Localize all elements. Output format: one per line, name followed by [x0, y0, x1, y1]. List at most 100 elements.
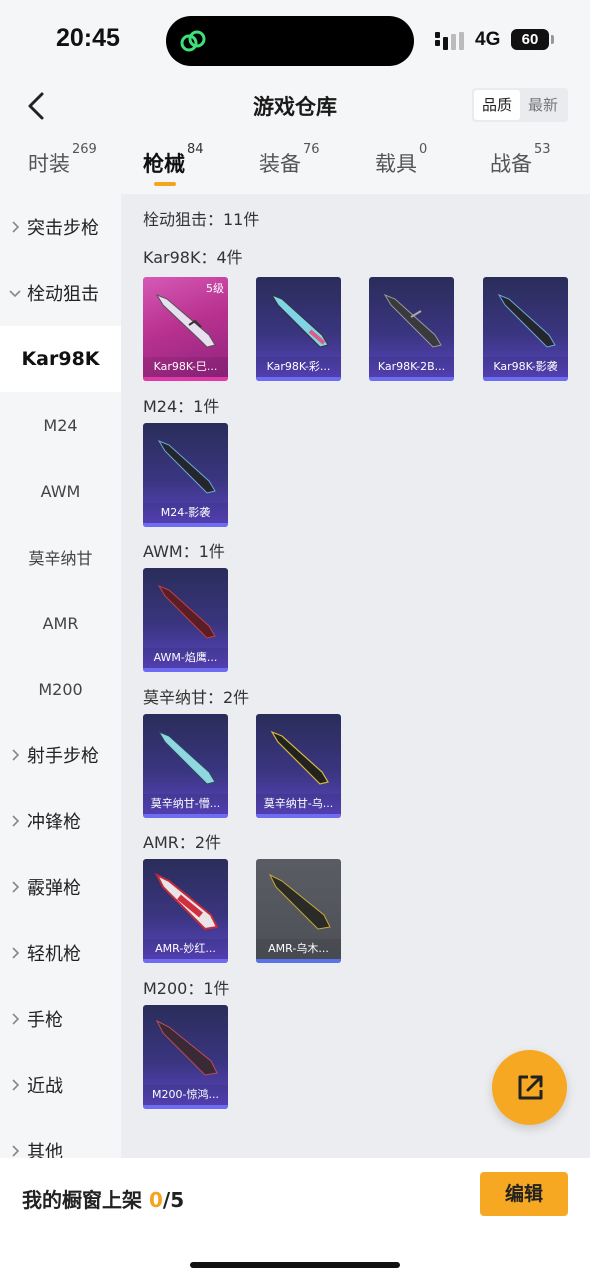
item-card[interactable]: AWM-焰鹰... — [143, 568, 228, 672]
tab-vehicles[interactable]: 载具0 — [375, 142, 427, 178]
sidebar-item-m24[interactable]: M24 — [0, 392, 121, 458]
tab-supplies[interactable]: 战备53 — [490, 142, 551, 178]
share-button[interactable] — [492, 1050, 567, 1125]
showcase-status: 我的橱窗上架 0/5 — [22, 1184, 184, 1213]
sidebar-item-marksman-rifle[interactable]: 射手步枪 — [0, 722, 121, 788]
item-name: Kar98K-影袭 — [483, 357, 568, 377]
rifle-skin-icon — [155, 1019, 218, 1076]
group-label: M24：1件 — [143, 397, 220, 416]
rarity-bar — [256, 814, 341, 818]
item-name: 莫辛纳甘-懵... — [143, 794, 228, 814]
item-name: AWM-焰鹰... — [143, 648, 228, 668]
edit-button[interactable]: 编辑 — [480, 1172, 568, 1216]
sort-toggle: 品质 最新 — [472, 88, 568, 122]
item-card[interactable]: M24-影袭 — [143, 423, 228, 527]
sidebar-item-amr[interactable]: AMR — [0, 590, 121, 656]
sort-by-quality[interactable]: 品质 — [474, 90, 520, 120]
item-card[interactable]: Kar98K-2B... — [369, 277, 454, 381]
sidebar-item-label: 冲锋枪 — [27, 812, 81, 833]
chevron-right-icon — [12, 749, 20, 761]
chevron-right-icon — [12, 1079, 20, 1091]
sidebar-item-m200[interactable]: M200 — [0, 656, 121, 722]
rifle-skin-icon — [268, 873, 331, 930]
item-level: 5级 — [206, 282, 224, 295]
sort-by-newest[interactable]: 最新 — [520, 90, 566, 120]
tab-label: 装备 — [259, 152, 301, 176]
item-card[interactable]: AMR-乌木... — [256, 859, 341, 963]
rifle-skin-icon — [270, 293, 329, 348]
chevron-right-icon — [12, 1145, 20, 1157]
item-name: Kar98K-2B... — [369, 357, 454, 377]
chevron-right-icon — [12, 221, 20, 233]
rifle-skin-icon — [157, 439, 216, 494]
item-name: Kar98K-彩... — [256, 357, 341, 377]
sidebar-item-pistol[interactable]: 手枪 — [0, 986, 121, 1052]
rarity-bar — [143, 523, 228, 527]
dynamic-island — [166, 16, 414, 66]
sidebar-item-melee[interactable]: 近战 — [0, 1052, 121, 1118]
tab-label: 枪械 — [143, 152, 185, 176]
network-type: 4G — [475, 29, 501, 50]
item-name: M24-影袭 — [143, 503, 228, 523]
rarity-bar — [143, 959, 228, 963]
sidebar-item-assault-rifle[interactable]: 突击步枪 — [0, 194, 121, 260]
category-tabs: 时装269 枪械84 装备76 载具0 战备53 — [0, 130, 590, 194]
group-label: M200：1件 — [143, 979, 230, 998]
tab-fashion[interactable]: 时装269 — [28, 142, 97, 178]
sidebar-item-awm[interactable]: AWM — [0, 458, 121, 524]
showcase-total: /5 — [162, 1188, 185, 1212]
rarity-bar — [143, 377, 228, 381]
tab-count: 84 — [187, 142, 204, 157]
sidebar-item-label: 手枪 — [27, 1010, 63, 1031]
tab-guns[interactable]: 枪械84 — [143, 142, 204, 178]
item-card[interactable]: Kar98K-彩... — [256, 277, 341, 381]
rifle-skin-icon — [157, 730, 216, 785]
sidebar-item-label: 轻机枪 — [27, 944, 81, 965]
item-name: AMR-乌木... — [256, 939, 341, 959]
tab-count: 0 — [419, 142, 428, 157]
tab-count: 269 — [72, 142, 97, 157]
sidebar-item-kar98k[interactable]: Kar98K — [0, 326, 121, 392]
rarity-bar — [256, 959, 341, 963]
rarity-bar — [369, 377, 454, 381]
battery-tip — [551, 35, 554, 44]
status-time: 20:45 — [56, 24, 120, 52]
header: 游戏仓库 品质 最新 — [0, 82, 590, 130]
sidebar-item-bolt-action[interactable]: 栓动狙击 — [0, 260, 121, 326]
sidebar-item-smg[interactable]: 冲锋枪 — [0, 788, 121, 854]
item-name: M200-惊鸿... — [143, 1085, 228, 1105]
tab-label: 时装 — [28, 152, 70, 176]
sidebar-item-mosin[interactable]: 莫辛纳甘 — [0, 524, 121, 590]
rarity-bar — [256, 377, 341, 381]
rarity-bar — [143, 668, 228, 672]
tab-count: 53 — [534, 142, 551, 157]
chevron-right-icon — [12, 1013, 20, 1025]
item-card[interactable]: AMR-妙红... — [143, 859, 228, 963]
item-card[interactable]: 莫辛纳甘-懵... — [143, 714, 228, 818]
item-card[interactable]: Kar98K-影袭 — [483, 277, 568, 381]
tab-equipment[interactable]: 装备76 — [259, 142, 320, 178]
item-card[interactable]: 莫辛纳甘-乌... — [256, 714, 341, 818]
active-tab-indicator — [154, 182, 176, 186]
item-card[interactable]: 5级 Kar98K-巳... — [143, 277, 228, 381]
rifle-skin-icon — [497, 293, 556, 348]
rifle-skin-icon — [157, 584, 216, 639]
sidebar-item-shotgun[interactable]: 霰弹枪 — [0, 854, 121, 920]
cellular-signal-icon — [435, 32, 464, 50]
sidebar-item-other[interactable]: 其他 — [0, 1118, 121, 1158]
sidebar-item-label: 突击步枪 — [27, 218, 99, 239]
sidebar-item-label: 栓动狙击 — [27, 284, 99, 305]
rarity-bar — [143, 1105, 228, 1109]
group-label: Kar98K：4件 — [143, 248, 243, 267]
item-name: AMR-妙红... — [143, 939, 228, 959]
item-name: 莫辛纳甘-乌... — [256, 794, 341, 814]
link-app-icon — [180, 30, 206, 52]
sidebar-item-lmg[interactable]: 轻机枪 — [0, 920, 121, 986]
rarity-bar — [143, 814, 228, 818]
item-card[interactable]: M200-惊鸿... — [143, 1005, 228, 1109]
sidebar-item-label: 霰弹枪 — [27, 878, 81, 899]
weapon-category-sidebar: 突击步枪 栓动狙击 Kar98K M24 AWM 莫辛纳甘 AMR M200 射… — [0, 194, 121, 1158]
chevron-right-icon — [12, 815, 20, 827]
home-indicator[interactable] — [190, 1262, 400, 1268]
sidebar-item-label: 其他 — [27, 1142, 63, 1158]
